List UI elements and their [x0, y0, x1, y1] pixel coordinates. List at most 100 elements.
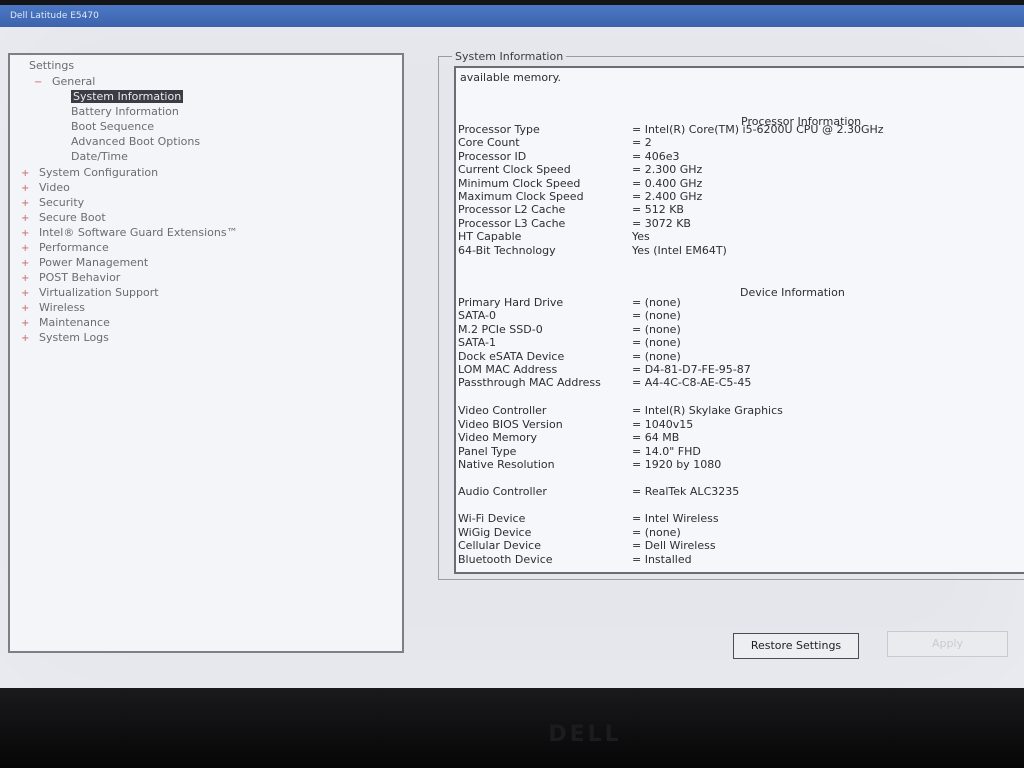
- info-top-text: available memory.: [460, 71, 562, 84]
- wireless-value: = Dell Wireless: [632, 539, 716, 552]
- video-value: = Intel(R) Skylake Graphics: [632, 404, 783, 417]
- tree-item[interactable]: + Secure Boot: [21, 211, 106, 225]
- tree-item-label: Wireless: [39, 301, 86, 314]
- device-key: LOM MAC Address: [458, 363, 558, 376]
- device-heading: Device Information: [740, 286, 845, 299]
- expand-collapse-icon[interactable]: +: [21, 214, 29, 224]
- tree-item-label: Security: [39, 196, 85, 209]
- video-value: = 1040v15: [632, 417, 694, 431]
- tree-item-label: Secure Boot: [39, 211, 106, 224]
- expand-collapse-icon[interactable]: +: [21, 319, 29, 329]
- tree-item[interactable]: + Video: [21, 181, 70, 195]
- expand-collapse-icon[interactable]: −: [34, 78, 42, 88]
- device-key: SATA-1: [458, 336, 496, 350]
- expand-collapse-icon[interactable]: +: [21, 169, 29, 179]
- wireless-key: WiGig Device: [458, 525, 532, 539]
- tree-item[interactable]: + Wireless: [21, 301, 85, 315]
- tree-item[interactable]: + POST Behavior: [21, 271, 120, 285]
- tree-item-label: General: [52, 75, 96, 88]
- tree-item[interactable]: + Performance: [21, 241, 109, 255]
- tree-item-label: Intel® Software Guard Extensions™: [39, 226, 238, 239]
- wireless-value: = Installed: [632, 552, 692, 566]
- processor-value: = 2.400 GHz: [632, 190, 703, 203]
- expand-collapse-icon[interactable]: +: [21, 259, 29, 269]
- tree-item-label: Advanced Boot Options: [71, 135, 201, 148]
- restore-settings-button[interactable]: Restore Settings: [733, 633, 859, 659]
- device-key: M.2 PCIe SSD-0: [458, 322, 543, 336]
- processor-key: Processor ID: [458, 149, 527, 163]
- tree-item-label: POST Behavior: [39, 271, 121, 284]
- device-value: = (none): [632, 296, 681, 309]
- tree-item[interactable]: Battery Information: [71, 105, 179, 119]
- video-value: = 64 MB: [632, 431, 680, 444]
- tree-item-label: Battery Information: [71, 105, 179, 118]
- expand-collapse-icon[interactable]: +: [21, 334, 29, 344]
- video-value: = 1920 by 1080: [632, 458, 722, 471]
- screen-bezel-bottom: [0, 688, 1024, 768]
- audio-key: Audio Controller: [458, 485, 547, 498]
- tree-item[interactable]: + System Logs: [21, 331, 109, 345]
- expand-collapse-icon[interactable]: +: [21, 244, 29, 254]
- video-value: = 14.0" FHD: [632, 444, 701, 458]
- tree-item[interactable]: + Power Management: [21, 256, 148, 270]
- processor-value: = 406e3: [632, 149, 680, 163]
- tree-item-label: Date/Time: [71, 150, 128, 163]
- tree-item-label: Virtualization Support: [39, 286, 159, 299]
- tree-item-label: Boot Sequence: [71, 120, 155, 133]
- video-key: Video Memory: [458, 431, 538, 444]
- tree-item[interactable]: − General: [34, 75, 95, 89]
- device-value: = (none): [632, 322, 681, 336]
- device-value: = (none): [632, 309, 681, 323]
- tree-item[interactable]: + System Configuration: [21, 166, 158, 180]
- tree-item[interactable]: + Security: [21, 196, 84, 210]
- device-key: Passthrough MAC Address: [458, 376, 601, 390]
- processor-value: = 3072 KB: [632, 216, 691, 230]
- tree-item-label: System Information: [71, 90, 184, 103]
- device-key: Dock eSATA Device: [458, 349, 565, 363]
- tree-item-label: System Configuration: [39, 166, 159, 179]
- window-title: Dell Latitude E5470: [0, 5, 1024, 27]
- tree-item-label: System Logs: [39, 331, 109, 344]
- tree-item[interactable]: Advanced Boot Options: [71, 135, 200, 149]
- expand-collapse-icon[interactable]: +: [21, 199, 29, 209]
- apply-button[interactable]: Apply: [887, 631, 1008, 657]
- expand-collapse-icon[interactable]: +: [21, 304, 29, 314]
- processor-value: = 2: [632, 136, 652, 150]
- processor-value: Yes (Intel EM64T): [632, 243, 727, 257]
- processor-key: Processor L2 Cache: [458, 203, 566, 217]
- dell-logo: DELL: [548, 722, 622, 747]
- wireless-key: Wi-Fi Device: [458, 512, 526, 525]
- processor-value: = 0.400 GHz: [632, 176, 703, 190]
- wireless-value: = Intel Wireless: [632, 512, 719, 525]
- device-value: = D4-81-D7-FE-95-87: [632, 363, 751, 376]
- tree-item[interactable]: Boot Sequence: [71, 120, 154, 134]
- expand-collapse-icon[interactable]: +: [21, 289, 29, 299]
- processor-key: Current Clock Speed: [458, 163, 571, 177]
- tree-item-label: Power Management: [39, 256, 149, 269]
- tree-item[interactable]: System Information: [71, 90, 184, 104]
- device-key: Primary Hard Drive: [458, 296, 564, 309]
- wireless-value: = (none): [632, 525, 681, 539]
- tree-item-label: Maintenance: [39, 316, 110, 329]
- processor-key: Processor L3 Cache: [458, 216, 566, 230]
- video-key: Panel Type: [458, 444, 517, 458]
- tree-item[interactable]: Date/Time: [71, 150, 128, 164]
- processor-key: HT Capable: [458, 230, 522, 244]
- processor-key: Core Count: [458, 136, 520, 150]
- wireless-key: Bluetooth Device: [458, 552, 553, 566]
- device-value: = (none): [632, 349, 681, 363]
- processor-value: Yes: [632, 230, 650, 244]
- audio-value: = RealTek ALC3235: [632, 485, 740, 498]
- video-key: Native Resolution: [458, 458, 555, 471]
- processor-key: 64-Bit Technology: [458, 243, 556, 257]
- processor-value: = 2.300 GHz: [632, 163, 703, 177]
- tree-item[interactable]: + Maintenance: [21, 316, 110, 330]
- tree-item[interactable]: + Virtualization Support: [21, 286, 159, 300]
- tree-root-settings: Settings: [29, 59, 75, 72]
- expand-collapse-icon[interactable]: +: [21, 229, 29, 239]
- expand-collapse-icon[interactable]: +: [21, 274, 29, 284]
- wireless-key: Cellular Device: [458, 539, 541, 552]
- tree-item[interactable]: + Intel® Software Guard Extensions™: [21, 226, 238, 240]
- expand-collapse-icon[interactable]: +: [21, 184, 29, 194]
- device-key: SATA-0: [458, 309, 496, 323]
